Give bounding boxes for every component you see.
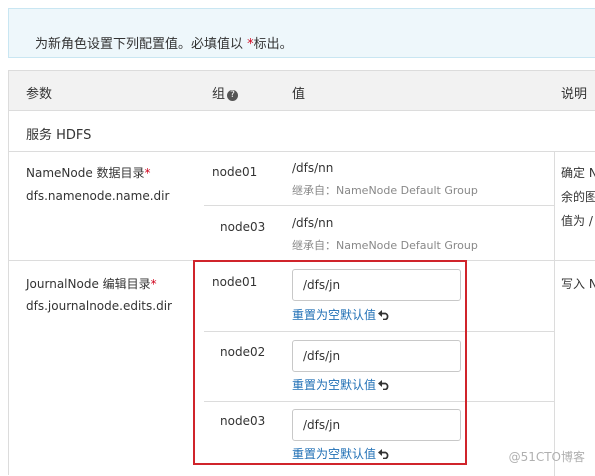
column-divider — [554, 151, 555, 476]
section-title: 服务 HDFS — [26, 128, 92, 143]
table-header: 参数 组? 值 说明 — [9, 71, 595, 111]
group-cell: node01 — [212, 165, 258, 179]
namenode-key: dfs.namenode.name.dir — [26, 189, 170, 203]
info-banner: 为新角色设置下列配置值。必填值以 *标出。 — [8, 8, 595, 58]
value-text: /dfs/nn — [292, 161, 334, 175]
watermark: @51CTO博客 — [508, 450, 585, 464]
help-icon[interactable]: ? — [227, 90, 239, 101]
header-param: 参数 — [26, 87, 53, 102]
group-cell: node03 — [220, 220, 266, 234]
namenode-label: NameNode 数据目录* — [26, 166, 151, 180]
row-divider — [204, 205, 554, 206]
inherit-note: 继承自：NameNode Default Group — [292, 239, 478, 252]
highlight-box — [193, 260, 467, 465]
divider — [9, 151, 595, 152]
header-description: 说明 — [561, 87, 588, 102]
header-value: 值 — [292, 87, 306, 102]
description-line: 值为 / — [561, 214, 593, 228]
description-line: 写入 N — [561, 277, 595, 291]
journalnode-label: JournalNode 编辑目录* — [26, 277, 157, 291]
description-line: 余的图 — [561, 190, 595, 204]
inherit-note: 继承自：NameNode Default Group — [292, 184, 478, 197]
value-text: /dfs/nn — [292, 216, 334, 230]
info-message: 为新角色设置下列配置值。必填值以 *标出。 — [35, 37, 293, 52]
description-line: 确定 N — [561, 166, 595, 180]
header-group: 组? — [212, 83, 239, 102]
journalnode-key: dfs.journalnode.edits.dir — [26, 299, 172, 313]
